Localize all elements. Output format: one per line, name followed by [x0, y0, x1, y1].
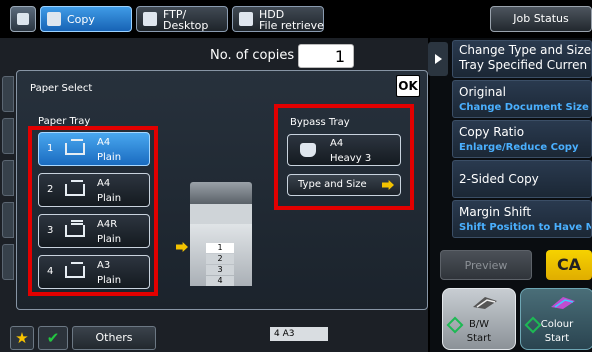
tab-copy[interactable]: Copy [40, 6, 132, 32]
func-copy-ratio-sub: Enlarge/Reduce Copy [459, 142, 579, 153]
collapse-panel-button[interactable] [428, 42, 448, 76]
tray-number: 2 [47, 184, 54, 195]
bypass-tray-label: Bypass Tray [290, 117, 350, 128]
bypass-type: Heavy 3 [330, 153, 372, 164]
ok-button[interactable]: OK [396, 75, 420, 97]
left-side-tab[interactable] [2, 244, 14, 280]
left-side-tab[interactable] [2, 160, 14, 196]
tray-size: A3 [97, 260, 111, 271]
func-original-sub: Change Document Size [459, 102, 589, 113]
paper-tray-label: Paper Tray [38, 116, 91, 127]
tray-number: 4 [47, 266, 54, 277]
dialog-title: Paper Select [30, 83, 93, 94]
bw-document-icon [473, 297, 497, 309]
tab-ftp-desktop[interactable]: FTP/ Desktop [136, 6, 228, 32]
func-margin-shift[interactable]: Margin Shift Shift Position to Have M [452, 200, 592, 238]
colour-start-button[interactable]: Colour Start [520, 288, 592, 350]
copy-icon [47, 12, 61, 26]
type-and-size-button[interactable]: Type and Size [287, 174, 401, 196]
tab-hdd-file-retrieve[interactable]: HDD File retrieve [232, 6, 324, 32]
func-change-type-size-label: Change Type and Size Tray Specified Curr… [459, 43, 592, 72]
top-bar: Copy FTP/ Desktop HDD File retrieve Job … [0, 0, 592, 38]
paper-tray-icon [65, 262, 85, 278]
bw-start-line2: Start [466, 333, 492, 344]
paper-tray-icon [65, 180, 85, 196]
tab-hdd-label: HDD File retrieve [259, 8, 324, 32]
bypass-size: A4 [330, 138, 344, 149]
job-status-button[interactable]: Job Status [490, 6, 592, 32]
bw-start-line1: B/W [468, 319, 490, 330]
tray-4-button[interactable]: 4 A3 Plain [38, 255, 150, 289]
func-copy-ratio-title: Copy Ratio [459, 125, 525, 139]
func-2-sided-copy[interactable]: 2-Sided Copy [452, 160, 592, 198]
tray-2-button[interactable]: 2 A4 Plain [38, 173, 150, 207]
bypass-tray-button[interactable]: A4 Heavy 3 [287, 134, 401, 166]
func-change-type-size[interactable]: Change Type and Size Tray Specified Curr… [452, 40, 592, 78]
favorites-star-icon[interactable]: ★ [10, 326, 34, 350]
tray-type: Plain [97, 152, 122, 163]
paper-tray-landscape-icon [65, 223, 85, 237]
colour-document-icon [551, 297, 575, 309]
tray-size: A4 [97, 137, 111, 148]
bw-start-button[interactable]: B/W Start [442, 288, 516, 350]
tab-copy-label: Copy [67, 13, 95, 26]
tray-size: A4R [97, 219, 118, 230]
func-original-title: Original [459, 85, 506, 99]
tray-number: 1 [47, 143, 54, 154]
func-margin-shift-sub: Shift Position to Have M [459, 222, 592, 233]
tray-number: 3 [47, 225, 54, 236]
left-side-tab[interactable] [2, 118, 14, 154]
home-icon[interactable] [10, 6, 36, 32]
colour-start-line1: Colour [540, 319, 574, 330]
copies-input[interactable]: 1 [298, 44, 354, 68]
tray-3-button[interactable]: 3 A4R Plain [38, 214, 150, 248]
tray-type: Plain [97, 193, 122, 204]
hand-feed-icon [300, 143, 316, 157]
tray-1-button[interactable]: 1 A4 Plain [38, 132, 150, 166]
hdd-icon [239, 12, 253, 26]
func-2-sided-title: 2-Sided Copy [459, 172, 539, 186]
copier-tray-marker: 3 [206, 265, 234, 275]
copier-tray-marker: 4 [206, 276, 234, 286]
tray-type: Plain [97, 234, 122, 245]
preview-button[interactable]: Preview [440, 250, 532, 280]
others-button[interactable]: Others [72, 326, 156, 350]
clear-all-button[interactable]: CA [546, 250, 592, 280]
colour-start-line2: Start [544, 333, 570, 344]
checkmark-icon[interactable]: ✔ [38, 326, 68, 350]
arrow-right-icon [382, 180, 394, 190]
func-original[interactable]: Original Change Document Size [452, 80, 592, 118]
left-side-tab[interactable] [2, 202, 14, 238]
tab-ftp-label: FTP/ Desktop [163, 8, 209, 32]
func-copy-ratio[interactable]: Copy Ratio Enlarge/Reduce Copy [452, 120, 592, 158]
tray-type: Plain [97, 275, 122, 286]
copier-tray-marker: 1 [206, 243, 234, 253]
ftp-icon [143, 12, 157, 26]
copies-label: No. of copies [210, 48, 295, 63]
left-side-tab[interactable] [2, 76, 14, 112]
type-and-size-label: Type and Size [298, 179, 367, 190]
paper-indicator: 4 A3 [270, 327, 328, 341]
copier-tray-marker: 2 [206, 254, 234, 264]
func-margin-shift-title: Margin Shift [459, 205, 532, 219]
tray-size: A4 [97, 178, 111, 189]
paper-tray-icon [65, 139, 85, 155]
